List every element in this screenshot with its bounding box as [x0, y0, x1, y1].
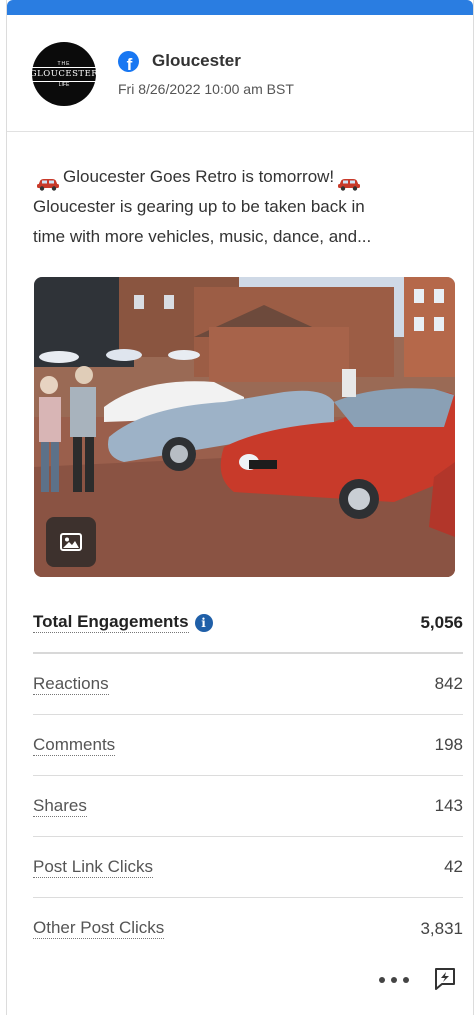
post-text: Gloucester Goes Retro is tomorrow! Glouc… — [33, 162, 463, 252]
page-name[interactable]: Gloucester — [152, 51, 241, 71]
metric-label-reactions[interactable]: Reactions — [33, 674, 109, 695]
metric-row-other-post-clicks: Other Post Clicks 3,831 — [33, 898, 463, 959]
metric-label-comments[interactable]: Comments — [33, 735, 116, 756]
engagement-metrics: Total Engagements i 5,056 Reactions 842 … — [33, 593, 463, 959]
metric-value-comments: 198 — [434, 735, 463, 754]
car-icon — [36, 171, 60, 191]
metric-label-shares[interactable]: Shares — [33, 796, 87, 817]
avatar-text-bottom: LIFE — [58, 81, 70, 88]
info-icon[interactable]: i — [194, 613, 213, 632]
metric-value-other-post-clicks: 3,831 — [420, 918, 463, 938]
post-card: THE GLOUCESTER LIFE f Gloucester Fri 8/2… — [6, 0, 474, 1015]
metric-label-total-engagements[interactable]: Total Engagements — [33, 612, 189, 633]
post-text-line1: Gloucester Goes Retro is tomorrow! — [63, 167, 335, 186]
metric-value-reactions: 842 — [434, 674, 463, 693]
post-header: THE GLOUCESTER LIFE f Gloucester Fri 8/2… — [7, 15, 473, 132]
metric-row-post-link-clicks: Post Link Clicks 42 — [33, 837, 463, 898]
post-date: Fri 8/26/2022 10:00 am BST — [118, 81, 294, 97]
metric-row-reactions: Reactions 842 — [33, 654, 463, 715]
metric-label-other-post-clicks[interactable]: Other Post Clicks — [33, 918, 165, 939]
metric-row-shares: Shares 143 — [33, 776, 463, 837]
car-icon — [337, 171, 361, 191]
post-photo[interactable] — [34, 277, 455, 577]
ellipsis-icon[interactable] — [379, 968, 409, 992]
metric-row-total: Total Engagements i 5,056 — [33, 593, 463, 654]
avatar[interactable]: THE GLOUCESTER LIFE — [27, 42, 101, 106]
card-accent-bar — [7, 0, 473, 15]
facebook-icon: f — [118, 51, 139, 72]
photo-scene — [34, 277, 455, 577]
image-icon[interactable] — [46, 517, 96, 567]
metric-value-total-engagements: 5,056 — [420, 612, 463, 632]
post-text-line3: time with more vehicles, music, dance, a… — [33, 227, 372, 246]
metric-label-post-link-clicks[interactable]: Post Link Clicks — [33, 857, 153, 878]
metric-row-comments: Comments 198 — [33, 715, 463, 776]
card-footer — [7, 962, 473, 1002]
boost-icon[interactable] — [432, 966, 458, 992]
post-text-line2: Gloucester is gearing up to be taken bac… — [33, 197, 365, 216]
metric-value-post-link-clicks: 42 — [444, 857, 463, 876]
avatar-text-main: GLOUCESTER — [27, 66, 101, 82]
metric-value-shares: 143 — [434, 796, 463, 815]
